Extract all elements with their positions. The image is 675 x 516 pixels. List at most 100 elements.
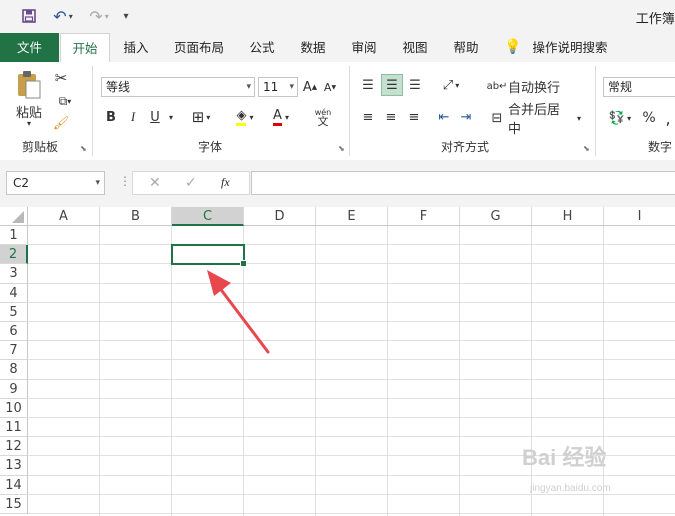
redo-button[interactable]: ↷ ▾ (84, 6, 114, 26)
tab-review[interactable]: 审阅 (345, 33, 383, 62)
customize-qat-button[interactable]: ▾ (118, 6, 134, 26)
font-color-button[interactable]: A ▾ (266, 107, 296, 127)
row-header-4[interactable]: 4 (0, 283, 28, 303)
formula-input[interactable] (251, 171, 675, 195)
underline-button[interactable]: U (147, 107, 163, 127)
gridline-horizontal (28, 436, 675, 438)
row-header-13[interactable]: 13 (0, 456, 28, 476)
shrink-font-icon: A (323, 80, 332, 94)
dialog-launcher-icon[interactable]: ⬊ (80, 144, 87, 153)
tab-file[interactable]: 文件 (0, 33, 59, 62)
column-header-c[interactable]: C (172, 207, 244, 226)
enter-icon[interactable]: ✓ (185, 175, 197, 191)
percent-style-button[interactable]: % (640, 107, 658, 129)
more-options-icon[interactable]: ⋮ (119, 174, 131, 188)
comma-style-button[interactable]: , (661, 107, 675, 129)
increase-indent-icon[interactable]: ⇥ (456, 106, 476, 128)
chevron-down-icon: ▾ (206, 112, 211, 122)
align-middle-icon[interactable]: ☰ (381, 74, 403, 96)
cut-icon[interactable]: ✂ (52, 69, 70, 87)
align-top-icon[interactable]: ☰ (358, 74, 378, 96)
select-all-button[interactable] (0, 207, 28, 226)
gridline-horizontal (28, 321, 675, 322)
row-header-9[interactable]: 9 (0, 379, 28, 399)
align-center-icon[interactable]: ≡ (381, 106, 401, 128)
merge-center-button[interactable]: 合并后居中 (508, 103, 572, 137)
tab-data[interactable]: 数据 (294, 33, 332, 62)
insert-function-button[interactable]: fx (221, 175, 230, 190)
number-group-label: 数字 (648, 140, 673, 154)
fill-handle[interactable] (240, 260, 247, 268)
wrap-text-icon: ab↵ (486, 80, 508, 92)
row-header-8[interactable]: 8 (0, 360, 28, 380)
row-header-1[interactable]: 1 (0, 226, 28, 246)
fill-color-button[interactable]: ◈ ▾ (230, 107, 260, 127)
align-bottom-icon[interactable]: ☰ (405, 74, 425, 96)
paste-icon[interactable] (12, 70, 46, 100)
tell-me-search[interactable]: 操作说明搜索 (530, 33, 610, 62)
chevron-down-icon: ▾ (289, 82, 294, 92)
orientation-icon: ⤢ (442, 77, 454, 93)
row-header-10[interactable]: 10 (0, 398, 28, 418)
gridline-horizontal (28, 282, 675, 284)
column-header-a[interactable]: A (28, 207, 100, 226)
tab-page-layout[interactable]: 页面布局 (168, 33, 230, 62)
window-title: 工作簿1 (635, 12, 675, 27)
dialog-launcher-icon[interactable]: ⬊ (583, 144, 590, 153)
cancel-icon[interactable]: ✕ (149, 175, 161, 191)
orientation-button[interactable]: ⤢ ▾ (434, 74, 468, 96)
italic-button[interactable]: I (125, 107, 141, 127)
column-header-e[interactable]: E (316, 207, 388, 226)
chevron-down-icon: ▾ (95, 178, 100, 188)
accounting-format-button[interactable]: 💱 ▾ (604, 107, 636, 129)
gridline-vertical (459, 226, 460, 516)
active-cell[interactable] (171, 244, 245, 266)
row-header-3[interactable]: 3 (0, 264, 28, 284)
row-header-6[interactable]: 6 (0, 322, 28, 342)
save-icon[interactable] (18, 6, 40, 26)
row-header-11[interactable]: 11 (0, 418, 28, 438)
chevron-down-icon: ▾ (284, 112, 289, 122)
row-header-2[interactable]: 2 (0, 245, 28, 265)
wrap-text-button[interactable]: 自动换行 (508, 75, 560, 97)
row-header-14[interactable]: 14 (0, 475, 28, 495)
undo-button[interactable]: ↶ ▾ (48, 6, 78, 26)
phonetic-guide-button[interactable]: wén 文 (308, 105, 338, 129)
tab-view[interactable]: 视图 (396, 33, 434, 62)
align-left-icon[interactable]: ≡ (358, 106, 378, 128)
tab-insert[interactable]: 插入 (117, 33, 155, 62)
chevron-down-icon: ▾ (104, 11, 109, 21)
font-name-select[interactable]: 等线 ▾ (101, 77, 255, 97)
row-header-15[interactable]: 15 (0, 494, 28, 514)
dialog-launcher-icon[interactable]: ⬊ (338, 144, 345, 153)
row-header-5[interactable]: 5 (0, 302, 28, 322)
chevron-down-icon[interactable]: ▾ (24, 118, 34, 128)
row-header-7[interactable]: 7 (0, 341, 28, 361)
chevron-down-icon[interactable]: ▾ (166, 107, 176, 127)
column-header-f[interactable]: F (388, 207, 460, 226)
borders-button[interactable]: ⊞ ▾ (186, 107, 216, 127)
column-header-h[interactable]: H (532, 207, 604, 226)
chevron-down-icon[interactable]: ▾ (574, 107, 584, 129)
tab-home[interactable]: 开始 (60, 33, 110, 62)
font-size-select[interactable]: 11 ▾ (258, 77, 298, 97)
column-header-i[interactable]: I (604, 207, 675, 226)
bold-button[interactable]: B (103, 107, 119, 127)
number-format-select[interactable]: 常规 (603, 77, 675, 97)
chevron-down-icon: ▾ (68, 11, 73, 21)
copy-icon[interactable]: ⧉ ▾ (52, 92, 78, 110)
shrink-font-button[interactable]: A ▼ (322, 77, 338, 97)
grow-font-button[interactable]: A ▲ (302, 77, 318, 97)
align-right-icon[interactable]: ≡ (404, 106, 424, 128)
gridline-vertical (171, 226, 172, 516)
gridline-horizontal (28, 301, 675, 303)
tab-help[interactable]: 帮助 (447, 33, 485, 62)
name-box[interactable]: C2 ▾ (6, 171, 105, 195)
row-header-12[interactable]: 12 (0, 437, 28, 457)
tab-formulas[interactable]: 公式 (244, 33, 280, 62)
column-header-g[interactable]: G (460, 207, 532, 226)
column-header-d[interactable]: D (244, 207, 316, 226)
format-painter-icon[interactable]: 🖌 (52, 114, 70, 132)
column-header-b[interactable]: B (100, 207, 172, 226)
decrease-indent-icon[interactable]: ⇤ (434, 106, 454, 128)
